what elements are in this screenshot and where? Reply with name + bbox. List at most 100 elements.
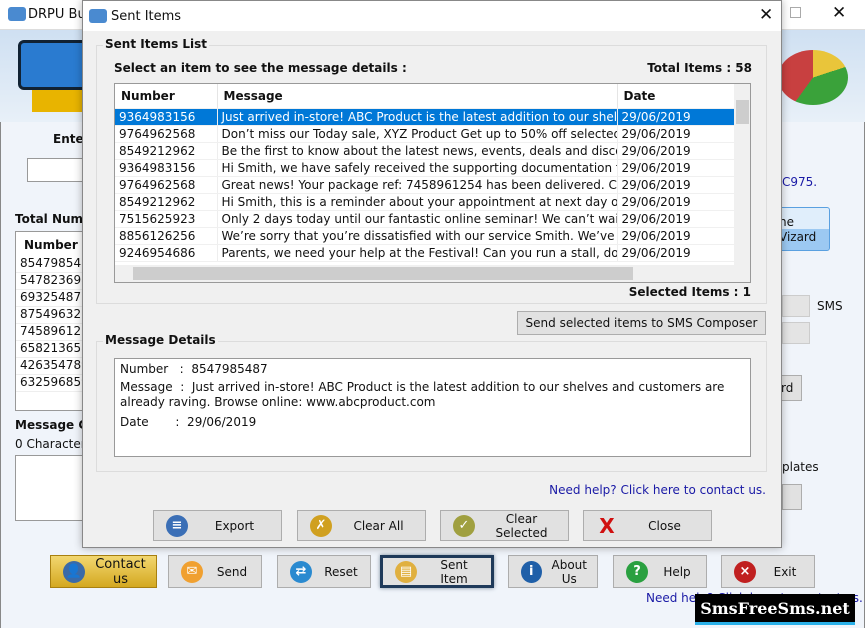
cell-date: 29/06/2019 [617, 227, 735, 245]
cell-date: 29/06/2019 [617, 142, 735, 160]
contact-us-button[interactable]: 👤 Contact us [50, 555, 157, 588]
send-to-composer-label: Send selected items to SMS Composer [525, 316, 758, 330]
number-list-item[interactable]: 632596859 [16, 375, 89, 392]
right-info-text: C975. [782, 175, 818, 189]
send-button[interactable]: ✉ Send [168, 555, 262, 588]
horizontal-scrollbar[interactable] [115, 265, 750, 282]
detail-date: Date : 29/06/2019 [120, 415, 257, 429]
cell-message: Don’t miss our Today sale, XYZ Product G… [217, 125, 618, 143]
cell-number: 8856126256 [115, 227, 218, 245]
horizontal-scroll-thumb[interactable] [133, 267, 633, 280]
exit-button[interactable]: × Exit [721, 555, 815, 588]
cell-date: 29/06/2019 [617, 193, 735, 211]
cell-number: 9364983156 [115, 108, 218, 126]
cell-date: 29/06/2019 [617, 159, 735, 177]
table-row[interactable]: 9364983156 Just arrived in-store! ABC Pro… [115, 108, 735, 126]
combo-1[interactable] [782, 295, 810, 317]
numbers-header: Number [24, 238, 78, 252]
send-to-composer-button[interactable]: Send selected items to SMS Composer [517, 311, 766, 335]
button-label: Help [663, 564, 691, 579]
total-numbers-label: Total Num [15, 212, 84, 226]
table-row[interactable]: 7515625923 Only 2 days today until our fa… [115, 210, 735, 228]
char-count: 0 Character [15, 437, 86, 451]
right-button-label: rd [781, 381, 794, 395]
cell-date: 29/06/2019 [617, 108, 735, 126]
watermark-logo: SmsFreeSms.net [695, 594, 855, 625]
button-label: Send [216, 564, 248, 579]
vertical-scrollbar[interactable] [734, 84, 750, 265]
main-close-icon[interactable]: ✕ [832, 3, 846, 23]
cell-date: 29/06/2019 [617, 125, 735, 143]
cell-date: 29/06/2019 [617, 176, 735, 194]
table-row[interactable]: 9364983156 Hi Smith, we have safely recei… [115, 159, 735, 177]
column-header-number[interactable]: Number [115, 84, 218, 109]
info-icon: i [521, 560, 542, 583]
cell-message: Only 2 days today until our fantastic on… [217, 210, 618, 228]
clear-selected-button[interactable]: ✓ Clear Selected [440, 510, 569, 541]
number-list-item[interactable]: 854798548 [16, 256, 89, 273]
button-label: Close [648, 518, 681, 533]
table-row[interactable]: 9764962568 Great news! Your package ref: … [115, 176, 735, 194]
column-header-message[interactable]: Message [217, 84, 618, 109]
button-label: About Us [551, 557, 587, 586]
number-list-item[interactable]: 547823698 [16, 273, 89, 290]
close-x-icon: X [599, 513, 615, 538]
folder-icon: ▤ [395, 560, 417, 583]
templates-button[interactable] [782, 484, 802, 510]
number-list-item[interactable]: 658213658 [16, 341, 89, 358]
button-label: Clear Selected [495, 511, 548, 540]
close-button[interactable]: X Close [583, 510, 712, 541]
dialog-app-icon [89, 9, 107, 23]
table-row[interactable]: 8549212962 Be the first to know about the… [115, 142, 735, 160]
dialog-help-link[interactable]: Need help? Click here to contact us. [549, 483, 766, 497]
sent-item-button[interactable]: ▤ Sent Item [380, 555, 494, 588]
button-label: Export [214, 518, 255, 533]
export-button[interactable]: ≡ Export [153, 510, 282, 541]
enter-input[interactable] [27, 158, 87, 182]
clear-all-button[interactable]: ✗ Clear All [297, 510, 426, 541]
number-list-item[interactable]: 693254871 [16, 290, 89, 307]
reset-button[interactable]: ⇄ Reset [277, 555, 371, 588]
sent-items-table[interactable]: Number Message Date 9364983156 Just arrived… [114, 83, 751, 283]
dialog-close-icon[interactable]: ✕ [759, 5, 773, 25]
about-us-button[interactable]: i About Us [508, 555, 598, 588]
number-list-item[interactable]: 875496325 [16, 307, 89, 324]
app-icon [8, 7, 26, 21]
cell-number: 8549212962 [115, 142, 218, 160]
table-row[interactable]: 9246954686 Parents, we need your help at … [115, 244, 735, 262]
number-list-item[interactable]: 745896125 [16, 324, 89, 341]
envelope-icon: ✉ [181, 560, 203, 583]
cell-number: 9246954686 [115, 244, 218, 262]
maximize-icon[interactable] [790, 7, 801, 18]
selected-items-count: Selected Items : 1 [628, 285, 751, 299]
number-list-item[interactable]: 426354789 [16, 358, 89, 375]
help-icon: ? [626, 560, 648, 583]
button-label: Exit [773, 564, 797, 579]
vertical-scroll-thumb[interactable] [736, 100, 749, 124]
cell-message: Great news! Your package ref: 7458961254… [217, 176, 618, 194]
cell-message: Hi Smith, we have safely received the su… [217, 159, 618, 177]
button-label: Sent Item [440, 557, 468, 586]
button-label: Contact us [95, 556, 146, 587]
cell-message: Be the first to know about the latest ne… [217, 142, 618, 160]
wizard-line1: ne [779, 215, 794, 229]
sent-items-dialog: Sent Items ✕ Sent Items List Select an i… [82, 0, 782, 548]
message-details-box[interactable]: Number : 8547985487 Message : Just arrive… [114, 358, 751, 457]
exit-icon: × [734, 560, 756, 583]
contact-person-icon: 👤 [63, 560, 85, 583]
dialog-title-bar: Sent Items ✕ [83, 1, 781, 31]
combo-2[interactable] [782, 322, 810, 344]
message-details-title: Message Details [103, 333, 218, 347]
column-header-date[interactable]: Date [617, 84, 735, 109]
help-button[interactable]: ? Help [613, 555, 707, 588]
table-row[interactable]: 8856126256 We’re sorry that you’re dissat… [115, 227, 735, 245]
dialog-title: Sent Items [111, 9, 182, 24]
cell-number: 7515625923 [115, 210, 218, 228]
numbers-list[interactable]: Number 854798548 547823698 693254871 875496… [15, 231, 89, 411]
table-row[interactable]: 9764962568 Don’t miss our Today sale, XYZ… [115, 125, 735, 143]
message-textbox[interactable] [15, 455, 85, 521]
reset-arrows-icon: ⇄ [290, 560, 312, 583]
table-row[interactable]: 8549212962 Hi Smith, this is a reminder a… [115, 193, 735, 211]
detail-number: Number : 8547985487 [120, 362, 268, 376]
total-items: Total Items : 58 [647, 61, 752, 75]
